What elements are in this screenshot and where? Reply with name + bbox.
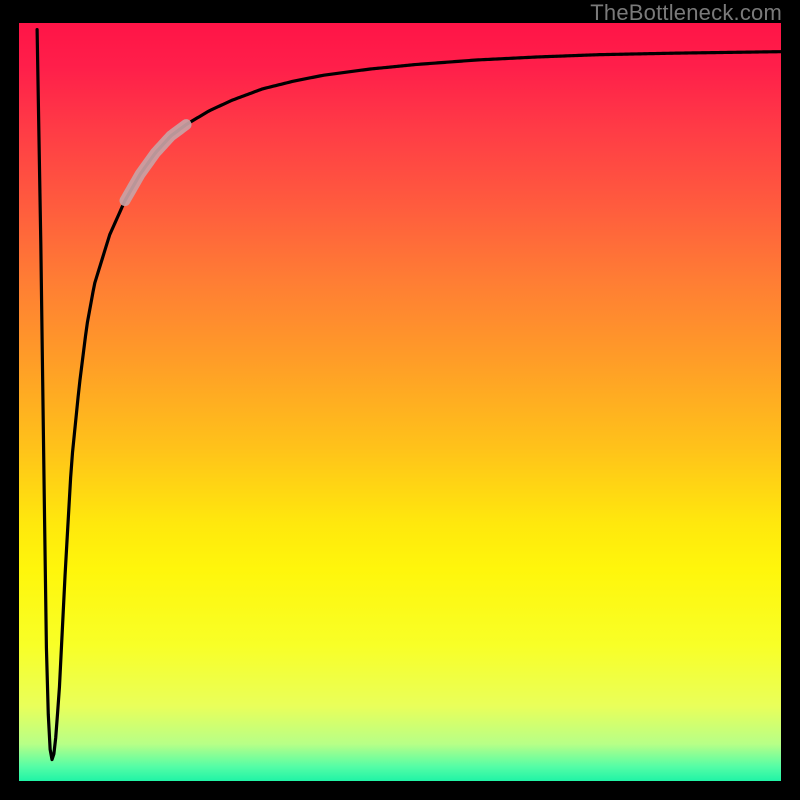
curve-line bbox=[37, 30, 782, 760]
curve-svg bbox=[18, 22, 782, 782]
chart-container: TheBottleneck.com bbox=[0, 0, 800, 800]
curve-highlight bbox=[125, 125, 186, 201]
plot-area bbox=[18, 22, 782, 782]
